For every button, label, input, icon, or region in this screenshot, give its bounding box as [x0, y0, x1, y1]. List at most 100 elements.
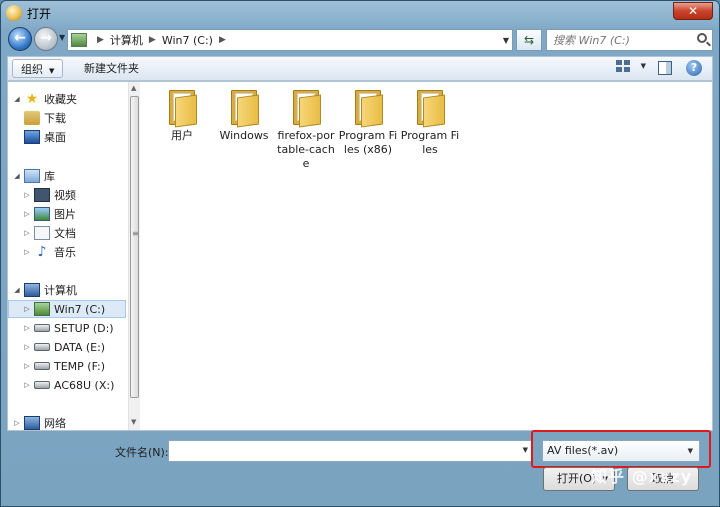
help-icon[interactable]: ?: [686, 60, 702, 76]
view-grid-cell: [624, 67, 630, 72]
expand-icon[interactable]: ▷: [22, 248, 32, 256]
drive-icon: [34, 302, 50, 316]
expand-icon[interactable]: ▷: [22, 362, 32, 370]
search-input[interactable]: [553, 30, 693, 50]
back-button[interactable]: ←: [8, 27, 32, 51]
pictures-icon: [34, 207, 50, 221]
refresh-icon: ⇆: [523, 33, 535, 47]
collapse-icon[interactable]: ◢: [12, 172, 22, 180]
sidebar-item-label: SETUP (D:): [54, 321, 114, 335]
scroll-up-icon[interactable]: ▲: [131, 84, 136, 92]
desktop-icon: [24, 130, 40, 144]
drive-icon: [34, 343, 50, 351]
folder-name: Program Files: [400, 129, 460, 156]
sidebar-item-desktop[interactable]: 桌面: [8, 128, 126, 146]
folder-icon: [291, 88, 321, 128]
content-area: ◢ ★ 收藏夹 下载 桌面 ◢ 库 ▷ 视频 ▷ 图片 ▷ 文档 ▷ ♪ 音乐 …: [7, 81, 713, 431]
view-options-dropdown-icon[interactable]: ▼: [641, 62, 646, 70]
navigation-bar: ← → ▼ ▶ 计算机 ▶ Win7 (C:) ▶ ▼ ⇆: [1, 25, 719, 55]
expand-icon[interactable]: ▷: [12, 419, 22, 427]
expand-icon[interactable]: ▷: [22, 210, 32, 218]
scroll-down-icon[interactable]: ▼: [131, 418, 136, 426]
forward-button[interactable]: →: [34, 27, 58, 51]
folder-name: firefox-portable-cache: [277, 129, 335, 170]
chevron-down-icon: ▼: [49, 67, 55, 75]
sidebar-item-favorites[interactable]: ◢ ★ 收藏夹: [8, 90, 126, 108]
network-drive-icon: [34, 381, 50, 389]
breadcrumb-computer[interactable]: 计算机: [110, 32, 143, 48]
expand-icon[interactable]: ▷: [22, 343, 32, 351]
computer-icon: [24, 283, 40, 297]
app-icon: [6, 5, 22, 21]
sidebar-item-label: 库: [44, 170, 55, 183]
filename-dropdown-icon[interactable]: ▼: [523, 446, 528, 454]
address-dropdown-icon[interactable]: ▼: [503, 36, 509, 45]
folder-item[interactable]: Program Files (x86): [338, 88, 398, 157]
view-grid-cell: [616, 67, 622, 72]
folder-item[interactable]: Windows: [214, 88, 274, 143]
window-title: 打开: [27, 7, 52, 21]
star-icon: ★: [25, 91, 39, 107]
filename-field[interactable]: ▼: [168, 440, 532, 462]
sidebar-item-network[interactable]: ▷ 网络: [8, 414, 126, 430]
sidebar-item-computer[interactable]: ◢ 计算机: [8, 281, 126, 299]
sidebar-item-downloads[interactable]: 下载: [8, 109, 126, 127]
view-grid-cell: [616, 60, 622, 65]
video-icon: [34, 188, 50, 202]
sidebar-item-videos[interactable]: ▷ 视频: [8, 186, 126, 204]
change-view-icon[interactable]: [616, 60, 634, 76]
chevron-right-icon[interactable]: ▶: [149, 35, 156, 45]
filename-label: 文件名(N):: [115, 446, 169, 459]
folder-item[interactable]: firefox-portable-cache: [276, 88, 336, 171]
music-icon: ♪: [37, 244, 47, 260]
sidebar-item-drive-f[interactable]: ▷ TEMP (F:): [8, 357, 126, 375]
sidebar-item-music[interactable]: ▷ ♪ 音乐: [8, 243, 126, 261]
sidebar-item-drive-c[interactable]: ▷ Win7 (C:): [8, 300, 126, 318]
sidebar-item-label: Win7 (C:): [54, 302, 106, 316]
navigation-pane: ◢ ★ 收藏夹 下载 桌面 ◢ 库 ▷ 视频 ▷ 图片 ▷ 文档 ▷ ♪ 音乐 …: [8, 82, 128, 430]
folder-item[interactable]: 用户: [152, 88, 212, 143]
sidebar-item-drive-e[interactable]: ▷ DATA (E:): [8, 338, 126, 356]
preview-pane-icon[interactable]: [658, 61, 672, 75]
expand-icon[interactable]: ▷: [22, 229, 32, 237]
network-icon: [24, 416, 40, 430]
sidebar-item-drive-d[interactable]: ▷ SETUP (D:): [8, 319, 126, 337]
address-bar[interactable]: ▶ 计算机 ▶ Win7 (C:) ▶ ▼: [67, 29, 513, 51]
folder-item[interactable]: Program Files: [400, 88, 460, 157]
expand-icon[interactable]: ▷: [22, 191, 32, 199]
folder-icon: [229, 88, 259, 128]
sidebar-item-drive-x[interactable]: ▷ AC68U (X:): [8, 376, 126, 394]
new-folder-button[interactable]: 新建文件夹: [76, 59, 147, 78]
expand-icon[interactable]: ▷: [22, 305, 32, 313]
folder-name: Windows: [219, 129, 269, 142]
collapse-icon[interactable]: ◢: [12, 95, 22, 103]
expand-icon[interactable]: ▷: [22, 324, 32, 332]
sidebar-item-documents[interactable]: ▷ 文档: [8, 224, 126, 242]
organize-button[interactable]: 组织 ▼: [12, 59, 64, 78]
sidebar-item-libraries[interactable]: ◢ 库: [8, 167, 126, 185]
download-icon: [24, 111, 40, 125]
sidebar-item-label: 文档: [54, 227, 76, 240]
search-box[interactable]: [546, 29, 713, 51]
sidebar-item-pictures[interactable]: ▷ 图片: [8, 205, 126, 223]
refresh-button[interactable]: ⇆: [516, 29, 542, 51]
sidebar-item-label: TEMP (F:): [54, 359, 106, 373]
sidebar-item-label: DATA (E:): [54, 340, 106, 354]
recent-pages-dropdown-icon[interactable]: ▼: [59, 33, 65, 42]
scrollbar-thumb[interactable]: [130, 96, 139, 398]
collapse-icon[interactable]: ◢: [12, 286, 22, 294]
folder-icon: [415, 88, 445, 128]
close-button[interactable]: ✕: [673, 2, 713, 20]
expand-icon[interactable]: ▷: [22, 381, 32, 389]
navigation-pane-scrollbar[interactable]: ▲ ≡ ▼: [128, 82, 140, 430]
breadcrumb-drive[interactable]: Win7 (C:): [162, 34, 213, 47]
drive-icon: [34, 324, 50, 332]
file-list: 用户 Windows firefox-portable-cache Progra…: [144, 82, 712, 430]
chevron-right-icon[interactable]: ▶: [219, 35, 226, 45]
chevron-right-icon[interactable]: ▶: [97, 35, 104, 45]
search-icon[interactable]: [697, 33, 707, 43]
title-bar: 打开 ✕: [1, 1, 719, 25]
folder-icon: [353, 88, 383, 128]
folder-name: Program Files (x86): [338, 129, 398, 156]
sidebar-item-label: 图片: [54, 208, 76, 221]
